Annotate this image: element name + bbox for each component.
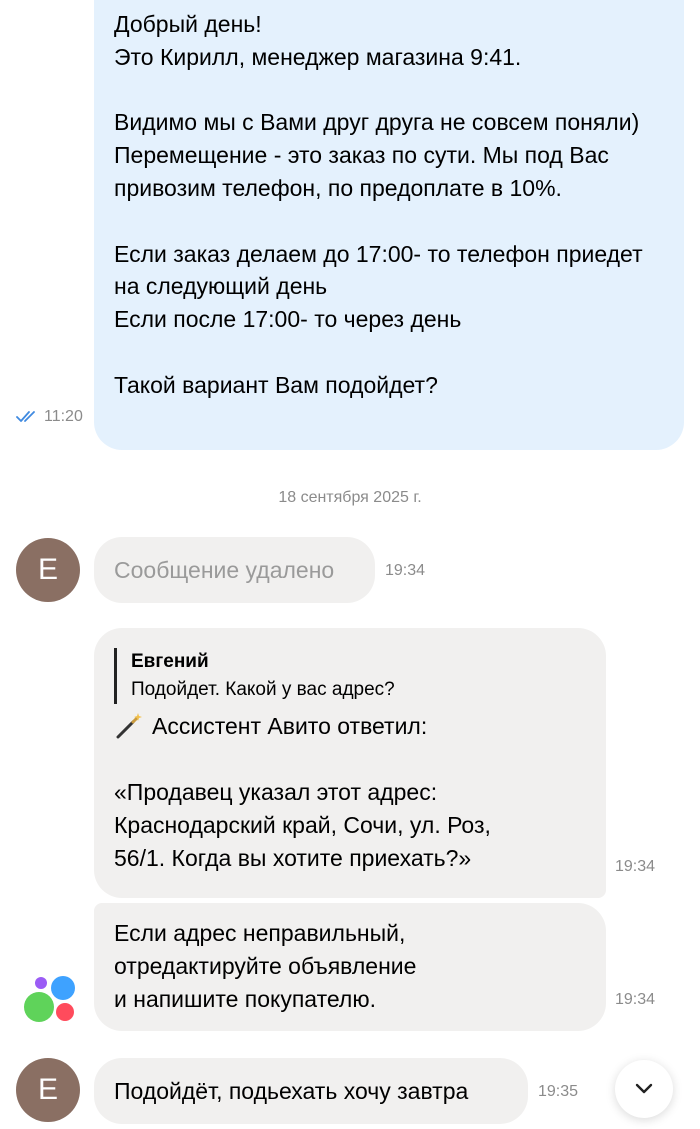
avito-logo-icon: [24, 976, 75, 1022]
message-bubble-assistant[interactable]: Евгений Подойдет. Какой у вас адрес? Асс…: [94, 628, 606, 898]
avatar[interactable]: Е: [16, 1058, 80, 1122]
message-time: 19:34: [615, 858, 656, 875]
message-time: 19:35: [538, 1083, 579, 1100]
quote-author: Евгений: [131, 651, 209, 672]
deleted-message-text: Сообщение удалено: [114, 556, 335, 583]
message-text: Если адрес неправильный, отредактируйте …: [114, 920, 417, 1012]
message-text: «Продавец указал этот адрес: Краснодарск…: [114, 779, 498, 871]
reply-quote[interactable]: Евгений Подойдет. Какой у вас адрес?: [114, 648, 586, 704]
message-time: 19:34: [615, 991, 656, 1008]
message-text: Добрый день! Это Кирилл, менеджер магази…: [114, 11, 643, 398]
chevron-down-icon: [635, 1083, 653, 1094]
date-separator: 18 сентября 2025 г.: [278, 489, 422, 506]
magic-wand-icon: [116, 713, 142, 739]
scroll-to-bottom-button[interactable]: [615, 1060, 673, 1118]
message-time: 11:20: [44, 408, 83, 425]
double-check-icon: [16, 411, 35, 422]
message-text: Подойдёт, подьехать хочу завтра: [114, 1077, 469, 1104]
avatar[interactable]: Е: [16, 538, 80, 602]
message-bubble-incoming[interactable]: Подойдёт, подьехать хочу завтра: [94, 1058, 528, 1124]
quote-text: Подойдет. Какой у вас адрес?: [131, 679, 395, 700]
assistant-label: Ассистент Авито ответил:: [152, 713, 428, 739]
message-time: 19:34: [385, 562, 426, 579]
message-bubble-info[interactable]: Если адрес неправильный, отредактируйте …: [94, 903, 606, 1031]
message-bubble-deleted[interactable]: Сообщение удалено: [94, 537, 375, 603]
message-bubble-outgoing[interactable]: Добрый день! Это Кирилл, менеджер магази…: [94, 0, 684, 450]
